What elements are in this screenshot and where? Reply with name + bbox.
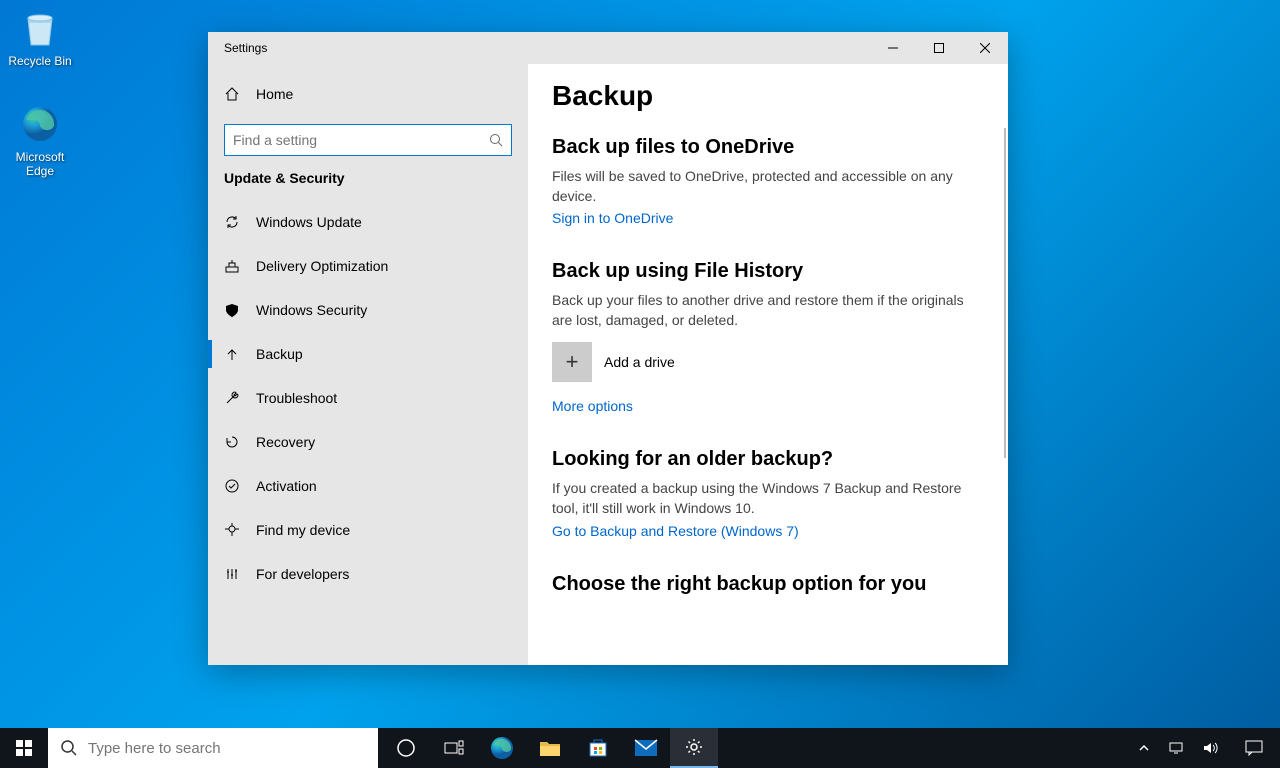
nav-item-for-developers[interactable]: For developers xyxy=(208,552,528,596)
store-icon xyxy=(587,737,609,759)
gear-icon xyxy=(684,737,704,757)
delivery-icon xyxy=(224,258,240,274)
tray-chevron-up-icon[interactable] xyxy=(1134,742,1154,754)
nav-item-find-my-device[interactable]: Find my device xyxy=(208,508,528,552)
windows-icon xyxy=(16,740,32,756)
category-heading: Update & Security xyxy=(208,170,528,200)
taskbar-app-edge[interactable] xyxy=(478,728,526,768)
recovery-icon xyxy=(224,434,240,450)
close-button[interactable] xyxy=(962,32,1008,64)
search-icon xyxy=(489,133,503,147)
system-tray xyxy=(1134,728,1280,768)
page-title: Backup xyxy=(552,80,968,112)
minimize-button[interactable] xyxy=(870,32,916,64)
desktop-icon-label: Microsoft Edge xyxy=(2,150,78,178)
folder-icon xyxy=(539,739,561,757)
backup-icon xyxy=(224,346,240,362)
search-icon xyxy=(60,739,78,757)
wrench-icon xyxy=(224,390,240,406)
add-drive-button[interactable]: + Add a drive xyxy=(552,342,968,382)
task-view-button[interactable] xyxy=(430,728,478,768)
section-onedrive: Back up files to OneDrive Files will be … xyxy=(552,136,968,228)
sync-icon xyxy=(224,214,240,230)
home-label: Home xyxy=(256,86,293,102)
section-heading: Looking for an older backup? xyxy=(552,448,968,471)
taskbar-app-settings[interactable] xyxy=(670,728,718,768)
search-input[interactable] xyxy=(233,132,489,148)
action-center-button[interactable] xyxy=(1232,728,1276,768)
taskbar xyxy=(0,728,1280,768)
cortana-button[interactable] xyxy=(382,728,430,768)
home-nav[interactable]: Home xyxy=(208,72,528,116)
nav-item-windows-update[interactable]: Windows Update xyxy=(208,200,528,244)
taskbar-app-store[interactable] xyxy=(574,728,622,768)
section-text: Files will be saved to OneDrive, protect… xyxy=(552,167,968,206)
edge-icon xyxy=(16,100,64,148)
tray-volume-icon[interactable] xyxy=(1198,741,1222,755)
desktop-icon-recycle-bin[interactable]: Recycle Bin xyxy=(2,4,78,68)
home-icon xyxy=(224,86,240,102)
more-options-link[interactable]: More options xyxy=(552,398,633,414)
section-heading: Choose the right backup option for you xyxy=(552,573,968,596)
sidebar: Home Update & Security Windows Update De… xyxy=(208,64,528,665)
add-drive-label: Add a drive xyxy=(604,354,675,370)
location-icon xyxy=(224,522,240,538)
section-heading: Back up files to OneDrive xyxy=(552,136,968,159)
scrollbar[interactable] xyxy=(1004,128,1006,458)
backup-restore-win7-link[interactable]: Go to Backup and Restore (Windows 7) xyxy=(552,523,799,539)
section-file-history: Back up using File History Back up your … xyxy=(552,260,968,416)
settings-window: Settings Home Update & Security Windows … xyxy=(208,32,1008,665)
nav-item-recovery[interactable]: Recovery xyxy=(208,420,528,464)
section-older-backup: Looking for an older backup? If you crea… xyxy=(552,448,968,540)
plus-icon: + xyxy=(552,342,592,382)
content-pane: Backup Back up files to OneDrive Files w… xyxy=(528,64,1008,665)
cortana-icon xyxy=(396,738,416,758)
taskbar-search[interactable] xyxy=(48,728,378,768)
search-box[interactable] xyxy=(224,124,512,156)
section-text: If you created a backup using the Window… xyxy=(552,479,968,518)
maximize-button[interactable] xyxy=(916,32,962,64)
nav-item-windows-security[interactable]: Windows Security xyxy=(208,288,528,332)
taskbar-app-explorer[interactable] xyxy=(526,728,574,768)
tray-network-icon[interactable] xyxy=(1164,741,1188,755)
nav-item-delivery-optimization[interactable]: Delivery Optimization xyxy=(208,244,528,288)
desktop-icon-label: Recycle Bin xyxy=(2,54,78,68)
shield-icon xyxy=(224,302,240,318)
start-button[interactable] xyxy=(0,728,48,768)
section-choose-option: Choose the right backup option for you xyxy=(552,573,968,596)
developers-icon xyxy=(224,566,240,582)
notification-icon xyxy=(1245,740,1263,756)
taskbar-app-mail[interactable] xyxy=(622,728,670,768)
recycle-bin-icon xyxy=(16,4,64,52)
nav-item-activation[interactable]: Activation xyxy=(208,464,528,508)
sign-in-onedrive-link[interactable]: Sign in to OneDrive xyxy=(552,210,673,226)
window-title: Settings xyxy=(208,41,870,55)
task-view-icon xyxy=(444,740,464,756)
edge-icon xyxy=(489,735,515,761)
taskbar-search-input[interactable] xyxy=(88,740,378,757)
desktop-icon-edge[interactable]: Microsoft Edge xyxy=(2,100,78,178)
titlebar[interactable]: Settings xyxy=(208,32,1008,64)
nav-item-troubleshoot[interactable]: Troubleshoot xyxy=(208,376,528,420)
section-text: Back up your files to another drive and … xyxy=(552,291,968,330)
section-heading: Back up using File History xyxy=(552,260,968,283)
nav-item-backup[interactable]: Backup xyxy=(208,332,528,376)
mail-icon xyxy=(634,739,658,757)
check-circle-icon xyxy=(224,478,240,494)
